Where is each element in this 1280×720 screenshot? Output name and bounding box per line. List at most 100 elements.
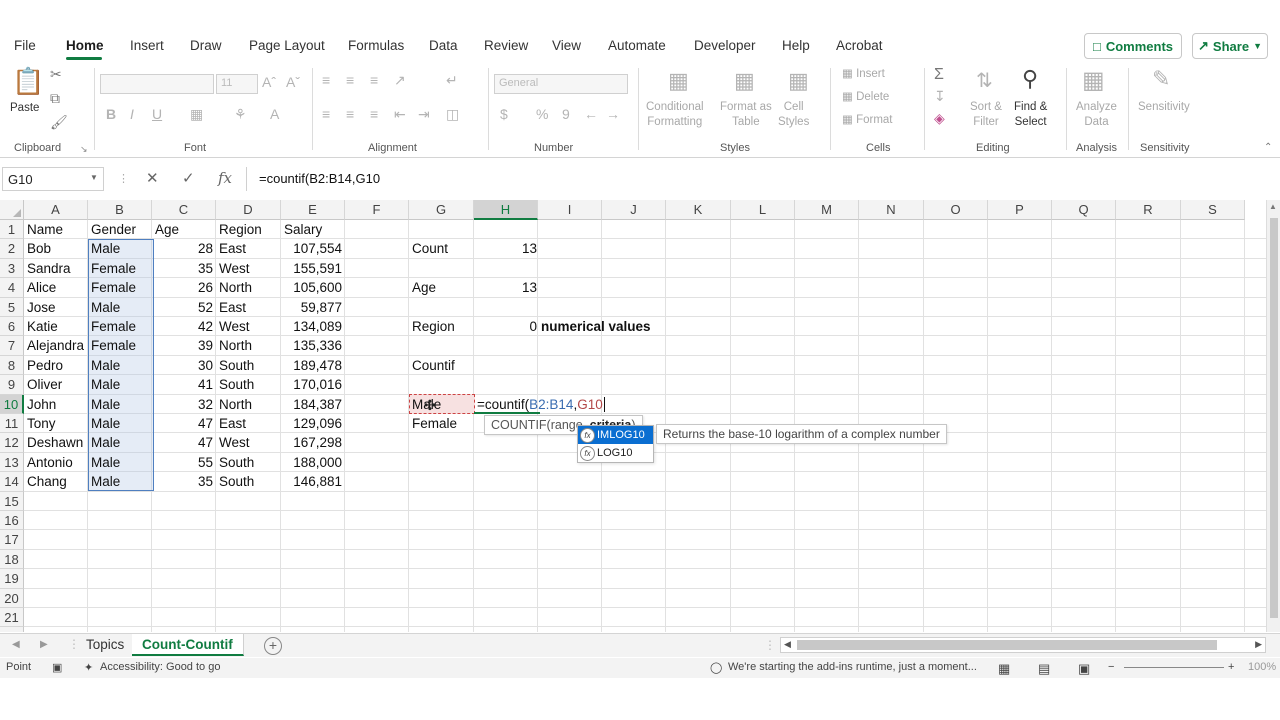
insert-function-icon[interactable]: fx xyxy=(218,169,232,187)
dialog-launcher-icon[interactable]: ↘ xyxy=(80,144,88,155)
row-header-11[interactable]: 11 xyxy=(0,414,24,434)
table-cell[interactable]: East xyxy=(216,414,281,433)
autosum-icon[interactable]: Σ xyxy=(934,66,944,84)
row-header-16[interactable]: 16 xyxy=(0,511,24,531)
table-cell[interactable]: 155,591 xyxy=(281,259,345,278)
tab-view[interactable]: View xyxy=(552,38,581,53)
row-header-10[interactable]: 10 xyxy=(0,394,24,414)
align-bottom-icon[interactable]: ≡ xyxy=(370,72,378,88)
normal-view-icon[interactable]: ▦ xyxy=(998,661,1010,677)
tab-automate[interactable]: Automate xyxy=(608,38,666,53)
align-right-icon[interactable]: ≡ xyxy=(370,106,378,122)
tab-review[interactable]: Review xyxy=(484,38,528,53)
format-as-table-icon[interactable]: ▦ xyxy=(734,68,755,94)
decrease-font-icon[interactable]: Aˇ xyxy=(286,74,300,90)
sheet-tab-topics[interactable]: Topics xyxy=(76,634,136,656)
number-format-combo[interactable]: General xyxy=(494,74,628,94)
table-cell[interactable]: Female xyxy=(88,278,152,297)
orientation-icon[interactable]: ↗ xyxy=(394,72,406,89)
align-left-icon[interactable]: ≡ xyxy=(322,106,330,122)
table-cell[interactable]: 28 xyxy=(152,239,216,258)
increase-indent-icon[interactable]: ⇥ xyxy=(418,106,430,123)
splitter-icon[interactable]: ⋮ xyxy=(764,638,776,652)
fill-icon[interactable]: ↧ xyxy=(934,88,946,105)
female-label[interactable]: Female xyxy=(409,414,460,433)
format-as-table-label[interactable]: Format as Table xyxy=(720,100,772,130)
tab-developer[interactable]: Developer xyxy=(694,38,756,53)
age-label[interactable]: Age xyxy=(409,278,439,297)
row-header-1[interactable]: 1 xyxy=(0,220,24,240)
region-label[interactable]: Region xyxy=(409,317,458,336)
row-header-4[interactable]: 4 xyxy=(0,278,24,298)
clear-icon[interactable]: ◈ xyxy=(934,110,945,127)
column-header-c[interactable]: C xyxy=(152,200,216,220)
sensitivity-button-label[interactable]: Sensitivity xyxy=(1138,100,1190,115)
table-cell[interactable]: Alejandra xyxy=(24,336,88,355)
font-size-combo[interactable]: 11 xyxy=(216,74,258,94)
row-header-13[interactable]: 13 xyxy=(0,452,24,473)
table-cell[interactable]: Katie xyxy=(24,317,88,336)
row-header-21[interactable]: 21 xyxy=(0,608,24,628)
currency-icon[interactable]: $ xyxy=(500,106,508,122)
format-painter-icon[interactable]: 🖌 xyxy=(50,114,68,131)
table-cell[interactable]: John xyxy=(24,395,88,414)
tab-file[interactable]: File xyxy=(14,38,36,53)
table-cell[interactable]: Pedro xyxy=(24,356,88,375)
borders-icon[interactable]: ▦ xyxy=(190,106,203,123)
table-cell[interactable]: Oliver xyxy=(24,375,88,394)
cell-styles-label[interactable]: Cell Styles xyxy=(778,100,809,130)
row-header-2[interactable]: 2 xyxy=(0,239,24,259)
numerical-values-note[interactable]: numerical values xyxy=(538,317,654,336)
column-header-g[interactable]: G xyxy=(409,200,474,220)
sensitivity-icon[interactable]: ✎ xyxy=(1152,66,1170,92)
row-header-15[interactable]: 15 xyxy=(0,491,24,511)
count-value[interactable]: 13 xyxy=(474,239,540,258)
align-middle-icon[interactable]: ≡ xyxy=(346,72,354,88)
column-header-r[interactable]: R xyxy=(1116,200,1181,220)
table-cell[interactable]: 105,600 xyxy=(281,278,345,297)
zoom-in-icon[interactable]: + xyxy=(1228,661,1234,673)
table-cell[interactable]: Female xyxy=(88,336,152,355)
row-header-19[interactable]: 19 xyxy=(0,569,24,589)
editing-formula[interactable]: =countif(B2:B14,G10 xyxy=(474,395,608,414)
wrap-text-icon[interactable]: ↵ xyxy=(446,72,458,89)
table-cell[interactable]: Deshawn xyxy=(24,433,88,452)
name-box[interactable]: G10 xyxy=(2,167,104,191)
row-header-14[interactable]: 14 xyxy=(0,472,24,492)
font-name-combo[interactable] xyxy=(100,74,214,94)
row-header-7[interactable]: 7 xyxy=(0,336,24,356)
table-cell[interactable]: East xyxy=(216,239,281,258)
scroll-up-icon[interactable]: ▲ xyxy=(1269,202,1277,211)
scroll-right-icon[interactable]: ▶ xyxy=(1255,639,1262,650)
row-header-22[interactable]: 22 xyxy=(0,627,24,632)
column-header-b[interactable]: B xyxy=(88,200,152,220)
table-header-cell[interactable]: Age xyxy=(152,220,216,239)
column-header-o[interactable]: O xyxy=(924,200,988,220)
collapse-ribbon-icon[interactable]: ⌃ xyxy=(1264,142,1272,153)
table-cell[interactable]: Male xyxy=(88,356,152,375)
cut-icon[interactable]: ✂ xyxy=(50,66,62,83)
column-header-s[interactable]: S xyxy=(1181,200,1245,220)
column-header-a[interactable]: A xyxy=(24,200,88,220)
table-cell[interactable]: West xyxy=(216,433,281,452)
table-cell[interactable]: 184,387 xyxy=(281,395,345,414)
italic-icon[interactable]: I xyxy=(130,106,134,122)
table-cell[interactable]: 107,554 xyxy=(281,239,345,258)
more-options-icon[interactable]: ⋮ xyxy=(118,172,129,185)
countif-label[interactable]: Countif xyxy=(409,356,458,375)
table-cell[interactable]: 30 xyxy=(152,356,216,375)
tab-home[interactable]: Home xyxy=(66,38,104,53)
column-header-l[interactable]: L xyxy=(731,200,795,220)
column-header-h[interactable]: H xyxy=(474,200,538,220)
table-header-cell[interactable]: Salary xyxy=(281,220,345,239)
table-cell[interactable]: Tony xyxy=(24,414,88,433)
previous-sheet-icon[interactable]: ◀ xyxy=(12,639,20,650)
horizontal-scroll-thumb[interactable] xyxy=(797,640,1217,650)
table-cell[interactable]: 26 xyxy=(152,278,216,297)
zoom-out-icon[interactable]: − xyxy=(1108,661,1114,673)
conditional-formatting-label[interactable]: Conditional Formatting xyxy=(646,100,704,130)
copy-icon[interactable]: ⧉ xyxy=(50,90,60,107)
increase-font-icon[interactable]: Aˆ xyxy=(262,74,276,90)
table-cell[interactable]: Male xyxy=(88,472,152,491)
table-cell[interactable]: Alice xyxy=(24,278,88,297)
